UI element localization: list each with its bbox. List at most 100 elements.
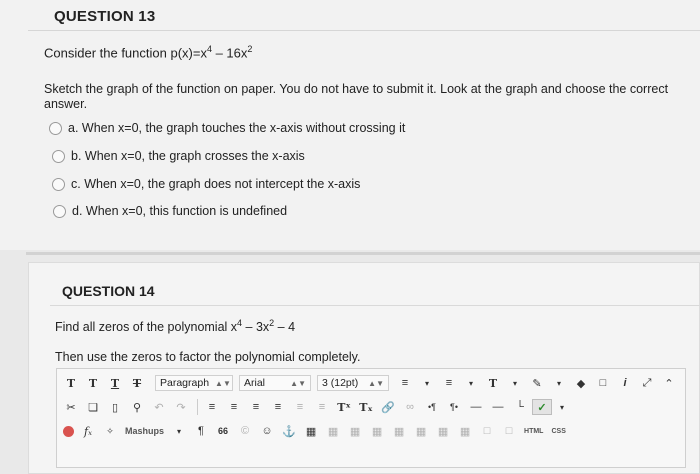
outdent-icon[interactable]: ≡ bbox=[312, 398, 332, 416]
question-13-title: QUESTION 13 bbox=[54, 8, 156, 25]
table-insert-col-icon[interactable]: ▦ bbox=[345, 422, 365, 440]
font-family-select[interactable]: Arial ▲▼ bbox=[239, 375, 311, 391]
dash-icon[interactable]: — bbox=[488, 398, 508, 416]
table-merge-icon[interactable]: ▦ bbox=[411, 422, 431, 440]
chevron-down-icon[interactable]: ▾ bbox=[461, 374, 481, 392]
prompt-text-mid: – 16x bbox=[211, 45, 248, 61]
chevron-down-icon[interactable]: ▾ bbox=[505, 374, 525, 392]
paste-icon[interactable]: ▯ bbox=[105, 398, 125, 416]
rtl-icon[interactable]: ¶• bbox=[444, 398, 464, 416]
unlink-icon[interactable]: ∞ bbox=[400, 398, 420, 416]
equation-button[interactable]: fₓ bbox=[78, 422, 98, 440]
insert-line-icon[interactable]: └ bbox=[510, 398, 530, 416]
find-icon[interactable]: ⚲ bbox=[127, 398, 147, 416]
comment-icon[interactable]: □ bbox=[593, 374, 613, 392]
anchor-icon[interactable]: ⚓ bbox=[279, 422, 299, 440]
chevron-down-icon[interactable]: ▾ bbox=[417, 374, 437, 392]
blockquote-button[interactable]: 66 bbox=[213, 422, 233, 440]
cut-icon[interactable]: ✂ bbox=[61, 398, 81, 416]
info-icon[interactable]: i bbox=[615, 374, 635, 392]
text-color-button[interactable]: T bbox=[483, 374, 503, 392]
bullet-list-icon[interactable]: ≡ bbox=[395, 374, 415, 392]
answer-label: d. When x=0, this function is undefined bbox=[72, 204, 288, 218]
question-13-prompt: Consider the function p(x)=x4 – 16x2 bbox=[44, 44, 252, 60]
answer-label: b. When x=0, the graph crosses the x-axi… bbox=[71, 149, 305, 163]
eraser-icon[interactable]: ◆ bbox=[571, 374, 591, 392]
toolbar-divider bbox=[197, 399, 198, 415]
justify-icon[interactable]: ≡ bbox=[268, 398, 288, 416]
question-separator bbox=[26, 252, 700, 255]
toolbar-row-2: ✂ ❏ ▯ ⚲ ↶ ↷ ≡ ≡ ≡ ≡ ≡ ≡ Tˣ Tₓ 🔗 ∞ •¶ ¶• … bbox=[57, 395, 685, 419]
record-icon[interactable] bbox=[63, 425, 74, 437]
font-family-value: Arial bbox=[244, 377, 266, 389]
radio-button[interactable] bbox=[49, 121, 62, 135]
html-button[interactable]: HTML bbox=[521, 422, 546, 440]
css-button[interactable]: CSS bbox=[548, 422, 568, 440]
undo-icon[interactable]: ↶ bbox=[149, 398, 169, 416]
table-icon[interactable]: ▦ bbox=[301, 422, 321, 440]
select-caret-icon: ▲▼ bbox=[368, 378, 384, 388]
table-delete-col-icon[interactable]: ▦ bbox=[389, 422, 409, 440]
pen-icon[interactable]: ✎ bbox=[527, 374, 547, 392]
radio-button[interactable] bbox=[52, 177, 65, 191]
answer-option-a[interactable]: a. When x=0, the graph touches the x-axi… bbox=[49, 121, 405, 135]
fullscreen-icon[interactable]: ⤢ bbox=[637, 374, 657, 392]
table-delete-row-icon[interactable]: ▦ bbox=[367, 422, 387, 440]
prompt-text-mid: – 3x bbox=[242, 320, 270, 335]
answer-option-d[interactable]: d. When x=0, this function is undefined bbox=[53, 204, 287, 218]
radio-button[interactable] bbox=[53, 204, 66, 218]
chevron-down-icon[interactable]: ▾ bbox=[169, 422, 189, 440]
strikethrough-button[interactable]: T bbox=[127, 374, 147, 392]
divider bbox=[50, 305, 700, 306]
italic-button[interactable]: T bbox=[83, 374, 103, 392]
align-right-icon[interactable]: ≡ bbox=[246, 398, 266, 416]
select-caret-icon: ▲▼ bbox=[290, 378, 306, 388]
divider bbox=[28, 30, 700, 31]
table-cell-icon[interactable]: □ bbox=[477, 422, 497, 440]
collapse-icon[interactable]: ⌃ bbox=[659, 374, 679, 392]
answer-option-b[interactable]: b. When x=0, the graph crosses the x-axi… bbox=[52, 149, 305, 163]
table-props-icon[interactable]: ▦ bbox=[455, 422, 475, 440]
copy-icon[interactable]: ❏ bbox=[83, 398, 103, 416]
exponent: 2 bbox=[247, 44, 253, 54]
redo-icon[interactable]: ↷ bbox=[171, 398, 191, 416]
table-delete-icon[interactable]: □ bbox=[499, 422, 519, 440]
font-size-value: 3 (12pt) bbox=[322, 377, 359, 389]
pilcrow-button[interactable]: ¶ bbox=[191, 422, 211, 440]
question-13-instructions: Sketch the graph of the function on pape… bbox=[44, 82, 669, 111]
align-center-icon[interactable]: ≡ bbox=[224, 398, 244, 416]
question-14-prompt: Find all zeros of the polynomial x4 – 3x… bbox=[55, 318, 295, 334]
rich-text-editor[interactable]: T T T T Paragraph ▲▼ Arial ▲▼ 3 (12pt) ▲▼ ≡… bbox=[56, 368, 686, 468]
table-split-icon[interactable]: ▦ bbox=[433, 422, 453, 440]
table-insert-row-icon[interactable]: ▦ bbox=[323, 422, 343, 440]
chevron-down-icon[interactable]: ▾ bbox=[552, 398, 572, 416]
indent-icon[interactable]: ≡ bbox=[290, 398, 310, 416]
numbered-list-icon[interactable]: ≡ bbox=[439, 374, 459, 392]
question-14-instructions: Then use the zeros to factor the polynom… bbox=[55, 350, 361, 364]
mashups-icon: ✧ bbox=[106, 425, 114, 436]
superscript-button[interactable]: Tˣ bbox=[334, 398, 354, 416]
prompt-text-end: – 4 bbox=[274, 320, 296, 335]
paragraph-format-select[interactable]: Paragraph ▲▼ bbox=[155, 375, 233, 391]
emoji-icon[interactable]: ☺ bbox=[257, 422, 277, 440]
answer-label: a. When x=0, the graph touches the x-axi… bbox=[68, 121, 406, 135]
copyright-icon[interactable]: © bbox=[235, 422, 255, 440]
underline-button[interactable]: T bbox=[105, 374, 125, 392]
prompt-text: Find all zeros of the polynomial x bbox=[55, 320, 238, 335]
align-left-icon[interactable]: ≡ bbox=[202, 398, 222, 416]
spellcheck-icon[interactable]: ✓ bbox=[532, 399, 552, 415]
horizontal-rule-icon[interactable]: — bbox=[466, 398, 486, 416]
bold-button[interactable]: T bbox=[61, 374, 81, 392]
link-icon[interactable]: 🔗 bbox=[378, 398, 398, 416]
radio-button[interactable] bbox=[52, 149, 65, 163]
chevron-down-icon[interactable]: ▾ bbox=[549, 374, 569, 392]
ltr-icon[interactable]: •¶ bbox=[422, 398, 442, 416]
toolbar-row-3: fₓ ✧ Mashups ▾ ¶ 66 © ☺ ⚓ ▦ ▦ ▦ ▦ ▦ ▦ ▦ … bbox=[57, 419, 685, 443]
mashups-label[interactable]: Mashups bbox=[122, 422, 167, 440]
paragraph-format-value: Paragraph bbox=[160, 377, 210, 389]
toolbar-row-1: T T T T Paragraph ▲▼ Arial ▲▼ 3 (12pt) ▲▼ ≡… bbox=[57, 371, 685, 395]
font-size-select[interactable]: 3 (12pt) ▲▼ bbox=[317, 375, 389, 391]
answer-option-c[interactable]: c. When x=0, the graph does not intercep… bbox=[52, 177, 360, 191]
subscript-button[interactable]: Tₓ bbox=[356, 398, 376, 416]
select-caret-icon: ▲▼ bbox=[215, 378, 231, 388]
